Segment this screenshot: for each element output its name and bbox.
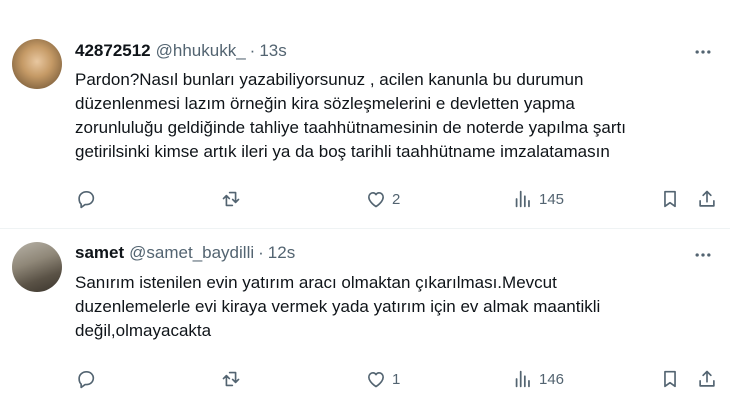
avatar[interactable]: [12, 39, 62, 89]
reply-button[interactable]: [75, 187, 97, 211]
bookmark-button[interactable]: [659, 367, 681, 391]
tweet-text-line: getirilsinki kimse artık ileri ya da boş…: [75, 142, 610, 161]
tweet-actions: 1 146: [75, 367, 720, 391]
retweet-icon: [222, 371, 240, 387]
user-handle[interactable]: @hhukukk_: [156, 41, 246, 61]
like-button[interactable]: 2: [365, 187, 400, 211]
tweet-text-line: düzenlenmesi lazım örneğin kira sözleşme…: [75, 94, 575, 113]
more-icon: [695, 253, 711, 257]
tweet-text-line: değil,olmayacakta: [75, 321, 212, 340]
avatar[interactable]: [12, 242, 62, 292]
tweet-text-line: duzenlemelerle evi kiraya vermek yada ya…: [75, 297, 601, 316]
like-count: 1: [392, 370, 401, 388]
more-button[interactable]: [690, 245, 716, 265]
more-button[interactable]: [690, 42, 716, 62]
like-count: 2: [392, 190, 401, 208]
tweet-text-line: zorunluluğu geldiğinde tahliye taahhütna…: [75, 118, 626, 137]
share-icon: [699, 190, 715, 207]
tweet[interactable]: samet @samet_baydilli · 12s Sanırım iste…: [0, 229, 730, 420]
display-name[interactable]: 42872512: [75, 41, 151, 61]
timestamp[interactable]: 13s: [259, 41, 286, 61]
user-handle[interactable]: @samet_baydilli: [129, 243, 254, 263]
views-icon: [515, 370, 530, 388]
tweet-header: 42872512 @hhukukk_ · 13s: [75, 40, 287, 62]
share-button[interactable]: [696, 187, 718, 211]
tweet-header: samet @samet_baydilli · 12s: [75, 242, 295, 264]
bookmark-button[interactable]: [659, 187, 681, 211]
reply-button[interactable]: [75, 367, 97, 391]
views-button[interactable]: 145: [512, 187, 564, 211]
timestamp[interactable]: 12s: [268, 243, 295, 263]
retweet-icon: [222, 191, 240, 207]
tweet-text: Pardon?Nasıl bunları yazabiliyorsunuz , …: [75, 68, 715, 164]
display-name[interactable]: samet: [75, 243, 124, 263]
views-icon: [515, 190, 530, 208]
bookmark-icon: [664, 190, 676, 208]
view-count: 146: [539, 370, 565, 388]
share-icon: [699, 370, 715, 387]
like-icon: [368, 372, 384, 388]
retweet-button[interactable]: [220, 187, 242, 211]
like-button[interactable]: 1: [365, 367, 400, 391]
reply-icon: [78, 371, 95, 389]
tweet[interactable]: 42872512 @hhukukk_ · 13s Pardon?Nasıl bu…: [0, 0, 730, 229]
tweet-text-line: Pardon?Nasıl bunları yazabiliyorsunuz , …: [75, 70, 584, 89]
tweet-text: Sanırım istenilen evin yatırım aracı olm…: [75, 271, 715, 343]
share-button[interactable]: [696, 367, 718, 391]
view-count: 145: [539, 190, 565, 208]
reply-icon: [78, 191, 95, 209]
bookmark-icon: [664, 370, 676, 388]
views-button[interactable]: 146: [512, 367, 564, 391]
separator: ·: [258, 243, 264, 262]
tweet-actions: 2 145: [75, 187, 720, 211]
retweet-button[interactable]: [220, 367, 242, 391]
more-icon: [695, 50, 711, 54]
separator: ·: [249, 41, 256, 60]
tweet-text-line: Sanırım istenilen evin yatırım aracı olm…: [75, 273, 557, 292]
like-icon: [368, 192, 384, 208]
